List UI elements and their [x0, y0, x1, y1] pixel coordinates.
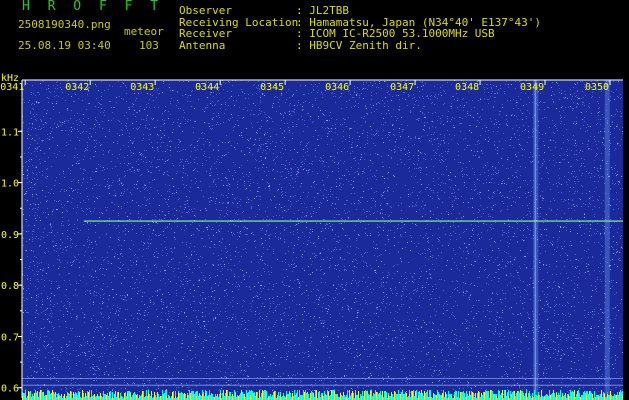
x-tick-label-2: 0343 — [130, 82, 154, 93]
x-tick-label-7: 0348 — [455, 82, 479, 93]
x-tick-label-6: 0347 — [390, 82, 414, 93]
y-tick-label-3: 0.8 — [1, 281, 19, 292]
x-tick-label-4: 0345 — [260, 82, 284, 93]
x-tick-label-5: 0346 — [325, 82, 349, 93]
spectrogram-chart: kHz1.11.00.90.80.70.60341 0342 0343 0344 034… — [0, 73, 623, 400]
y-tick-label-4: 0.7 — [1, 332, 19, 343]
x-tick-label-0: 0341 — [0, 82, 24, 93]
x-tick-label-3: 0344 — [195, 82, 219, 93]
y-tick-label-1: 1.0 — [1, 179, 19, 190]
x-tick-label-9: 0350 — [585, 82, 609, 93]
y-tick-label-0: 1.1 — [1, 127, 19, 138]
x-tick-label-8: 0349 — [520, 82, 544, 93]
y-tick-label-2: 0.9 — [1, 230, 19, 241]
vertical-interference-1 — [604, 80, 610, 398]
x-tick-label-1: 0342 — [65, 82, 89, 93]
y-tick-label-5: 0.6 — [1, 384, 19, 395]
